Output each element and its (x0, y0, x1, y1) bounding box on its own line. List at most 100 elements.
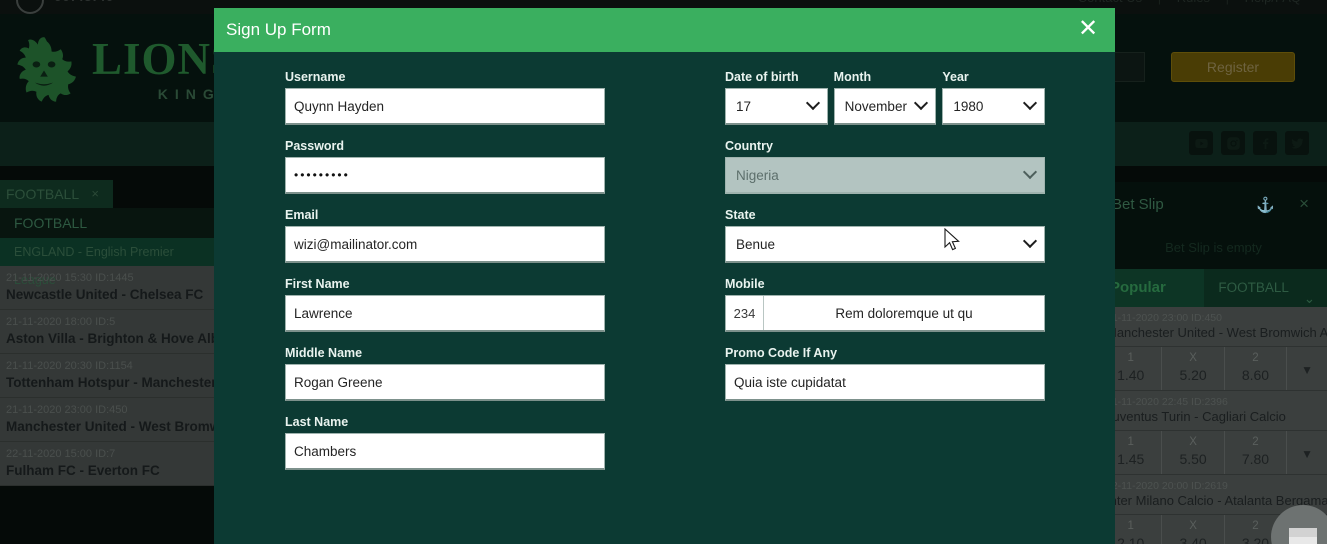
odds-value: 3.40 (1179, 535, 1207, 544)
match-meta: 21-11-2020 23:00 ID:450 (6, 404, 128, 416)
first-name-label: First Name (285, 277, 350, 291)
email-input[interactable]: wizi@mailinator.com (285, 226, 605, 263)
twitter-icon[interactable] (1285, 131, 1309, 155)
first-name-input[interactable]: Lawrence (285, 295, 605, 332)
country-value: Nigeria (736, 167, 779, 183)
mobile-country-prefix: 234 (726, 296, 764, 330)
email-label: Email (285, 208, 319, 222)
last-name-input[interactable]: Chambers (285, 433, 605, 470)
match-list-item[interactable]: 21-11-2020 23:00 ID:450 Manchester Unite… (0, 398, 286, 442)
odds-name: Manchester United - West Bromwich Albion (1106, 325, 1327, 340)
close-icon[interactable]: ✕ (1075, 17, 1101, 43)
match-meta: 21-11-2020 18:00 ID:5 (6, 316, 116, 328)
dob-day-col: 17 (725, 88, 828, 125)
mobile-input[interactable]: Rem doloremque ut qu (764, 296, 1044, 330)
modal-header: Sign Up Form ✕ (214, 8, 1115, 52)
site-logo[interactable]: LIONS KINGS (6, 30, 237, 108)
dob-month-select[interactable]: November (833, 88, 937, 125)
youtube-icon[interactable] (1189, 131, 1213, 155)
lion-head-icon (17, 37, 76, 102)
odds-label: 2 (1252, 436, 1259, 448)
instagram-icon[interactable] (1221, 131, 1245, 155)
match-list-item[interactable]: 21-11-2020 18:00 ID:5 Aston Villa - Brig… (0, 310, 240, 354)
odds-meta: 21-11-2020 22:45 ID:2396 (1106, 396, 1228, 408)
league-heading: ENGLAND - English Premier League (0, 238, 214, 287)
social-icons-group (1189, 131, 1309, 155)
match-list-item[interactable]: 22-11-2020 15:00 ID:7 Fulham FC - Everto… (0, 442, 214, 486)
close-icon[interactable]: × (91, 180, 99, 208)
sport-heading: FOOTBALL (0, 208, 214, 238)
odds-label: X (1189, 352, 1197, 364)
timer-ring-icon (16, 0, 44, 14)
match-list-item[interactable]: 21-11-2020 20:30 ID:1154 Tottenham Hotsp… (0, 354, 246, 398)
pin-icon[interactable]: ⚓ (1256, 196, 1275, 214)
country-label: Country (725, 139, 773, 153)
chevron-down-icon (1022, 164, 1038, 180)
mouse-cursor (944, 228, 960, 251)
username-label: Username (285, 70, 346, 84)
left-sports-panel: FOOTBALL × FOOTBALL ENGLAND - English Pr… (0, 180, 286, 486)
field-date-of-birth: Date of birth Month Year 17 November 198… (725, 70, 1046, 125)
betslip-empty-text: Bet Slip is empty (1100, 228, 1327, 269)
dob-day-select[interactable]: 17 (725, 88, 828, 125)
odds-match-row[interactable]: 21-11-2020 23:00 ID:450 Manchester Unite… (1100, 307, 1327, 347)
match-name: Aston Villa - Brighton & Hove Albion (6, 331, 240, 346)
country-select: Nigeria (725, 157, 1045, 194)
tab-football-label: FOOTBALL (1218, 280, 1289, 295)
username-input[interactable]: Quynn Hayden (285, 88, 605, 125)
match-meta: 22-11-2020 15:00 ID:7 (6, 448, 116, 460)
state-select[interactable]: Benue (725, 226, 1045, 263)
password-input[interactable]: ••••••••• (285, 157, 605, 194)
dob-month-col: November (833, 88, 937, 125)
field-first-name: First Name Lawrence (285, 277, 605, 332)
odds-cell[interactable]: 2 8.60 (1225, 347, 1288, 390)
odds-cell[interactable]: 2 7.80 (1225, 431, 1288, 474)
field-mobile: Mobile 234 Rem doloremque ut qu (725, 277, 1045, 332)
sport-tab-football[interactable]: FOOTBALL × (0, 180, 113, 208)
chevron-down-icon: ⌄ (1303, 291, 1315, 306)
nav-contact-us[interactable]: Contact Us (1068, 0, 1152, 5)
match-list-item[interactable]: 21-11-2020 15:30 ID:1445 Newcastle Unite… (0, 266, 214, 310)
chevron-down-icon (1022, 95, 1038, 111)
chevron-down-icon (914, 95, 929, 111)
facebook-icon[interactable] (1253, 131, 1277, 155)
match-meta: 21-11-2020 15:30 ID:1445 (6, 272, 134, 284)
promo-code-input[interactable]: Quia iste cupidatat (725, 364, 1045, 401)
match-name: Tottenham Hotspur - Manchester City (6, 375, 246, 390)
state-label: State (725, 208, 756, 222)
field-last-name: Last Name Chambers (285, 415, 605, 470)
dob-year-col: 1980 (942, 88, 1046, 125)
dob-labels: Date of birth Month Year (725, 70, 1045, 84)
expand-odds-button[interactable]: ▼ (1287, 347, 1327, 390)
odds-value: 5.50 (1179, 451, 1207, 467)
odds-cell[interactable]: X 5.50 (1162, 431, 1225, 474)
register-button[interactable]: Register (1171, 52, 1295, 82)
mobile-label: Mobile (725, 277, 765, 291)
nav-rules[interactable]: Rules (1167, 0, 1220, 5)
caret-down-icon: ▼ (1301, 363, 1314, 377)
dob-year-label: Year (942, 70, 969, 84)
dob-year-select[interactable]: 1980 (942, 88, 1046, 125)
nav-help-faq[interactable]: Help/FAQ (1235, 0, 1311, 5)
match-name: Manchester United - West Bromwich Albion (6, 419, 286, 434)
nav-separator: | (1224, 0, 1231, 5)
state-value: Benue (736, 236, 776, 252)
dob-selects-row: 17 November 1980 (725, 88, 1046, 125)
field-country: Country Nigeria (725, 139, 1045, 194)
odds-cell[interactable]: X 3.40 (1162, 515, 1225, 544)
match-name: Fulham FC - Everton FC (6, 463, 160, 478)
odds-match-row[interactable]: 21-11-2020 22:45 ID:2396 Juventus Turin … (1100, 391, 1327, 431)
close-icon[interactable]: × (1299, 194, 1309, 214)
expand-odds-button[interactable]: ▼ (1287, 431, 1327, 474)
odds-label: X (1189, 520, 1197, 532)
odds-label: X (1189, 436, 1197, 448)
odds-name: Juventus Turin - Cagliari Calcio (1106, 409, 1286, 424)
caret-down-icon: ▼ (1301, 447, 1314, 461)
dob-year-value: 1980 (953, 98, 984, 114)
match-name: Newcastle United - Chelsea FC (6, 287, 204, 302)
tab-popular[interactable]: Popular (1100, 269, 1205, 307)
field-email: Email wizi@mailinator.com (285, 208, 605, 263)
odds-cell[interactable]: X 5.20 (1162, 347, 1225, 390)
middle-name-input[interactable]: Rogan Greene (285, 364, 605, 401)
tab-football[interactable]: FOOTBALL ⌄ (1204, 269, 1327, 307)
